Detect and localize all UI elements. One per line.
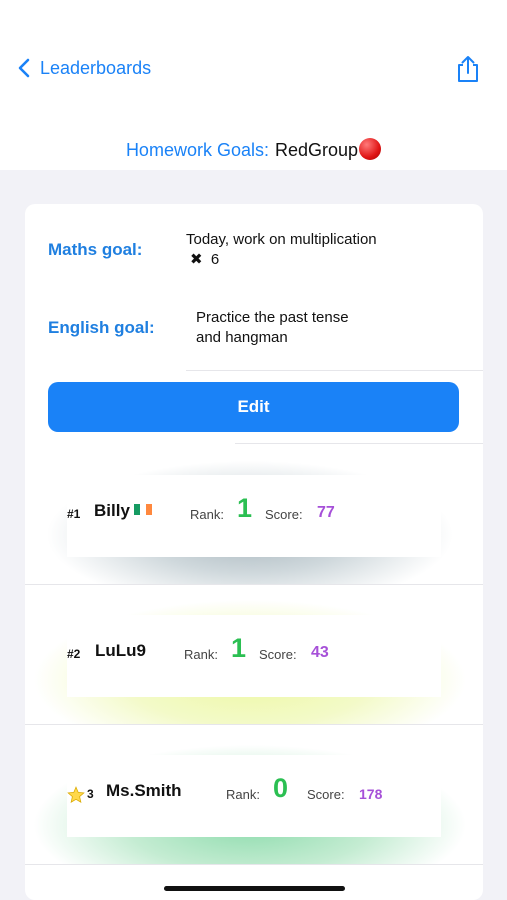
share-icon[interactable] bbox=[454, 54, 482, 84]
leaderboard-row-2[interactable]: #2 LuLu9 Rank: 1 Score: 43 bbox=[25, 585, 483, 724]
red-circle-icon bbox=[359, 138, 382, 160]
english-goal-line1: Practice the past tense bbox=[196, 309, 349, 326]
homework-goals-label: Homework Goals: bbox=[125, 140, 269, 160]
position-label: #2 bbox=[67, 647, 81, 661]
score-value: 77 bbox=[317, 504, 335, 521]
rank-value: 1 bbox=[231, 633, 247, 663]
score-label: Score: bbox=[307, 787, 345, 802]
score-label: Score: bbox=[259, 647, 297, 662]
position-label: 3 bbox=[87, 787, 94, 801]
leaderboard-row-1[interactable]: #1 Billy Rank: 1 Score: 77 bbox=[25, 445, 483, 584]
navigation-header: Leaderboards Homework Goals: RedGroup bbox=[0, 0, 507, 170]
player-name: Ms.Smith bbox=[106, 781, 182, 800]
score-value: 178 bbox=[359, 786, 383, 802]
player-name: Billy bbox=[94, 501, 152, 521]
english-goal-label: English goal: bbox=[48, 318, 155, 337]
edit-button[interactable]: Edit bbox=[48, 382, 459, 432]
player-name-text: Billy bbox=[94, 501, 130, 520]
group-name: RedGroup bbox=[274, 140, 359, 160]
chevron-left-icon bbox=[18, 58, 30, 78]
multiply-icon: ✖ bbox=[190, 251, 203, 268]
row-card: #1 Billy Rank: 1 Score: 77 bbox=[67, 475, 441, 557]
maths-goal-line1: Today, work on multiplication bbox=[186, 231, 377, 248]
rank-label: Rank: bbox=[226, 787, 260, 802]
player-name: LuLu9 bbox=[95, 641, 146, 660]
maths-goal-label: Maths goal: bbox=[48, 240, 143, 259]
star-icon bbox=[67, 786, 85, 803]
back-button-label: Leaderboards bbox=[40, 57, 152, 78]
leaderboard-row-3[interactable]: 3 Ms.Smith Rank: 0 Score: 178 bbox=[25, 725, 483, 864]
rank-label: Rank: bbox=[190, 507, 224, 522]
page-heading: Homework Goals: RedGroup bbox=[0, 138, 507, 161]
divider bbox=[235, 443, 483, 444]
maths-goal-text: Today, work on multiplication ✖ 6 bbox=[186, 230, 377, 270]
english-goal-line2: and hangman bbox=[196, 329, 288, 346]
goals-card: Maths goal: Today, work on multiplicatio… bbox=[25, 204, 483, 900]
position-label: #1 bbox=[67, 507, 81, 521]
row-card: #2 LuLu9 Rank: 1 Score: 43 bbox=[67, 615, 441, 697]
back-button[interactable]: Leaderboards bbox=[14, 55, 151, 81]
rank-label: Rank: bbox=[184, 647, 218, 662]
score-label: Score: bbox=[265, 507, 303, 522]
divider bbox=[186, 370, 483, 371]
row-card: 3 Ms.Smith Rank: 0 Score: 178 bbox=[67, 755, 441, 837]
rank-value: 1 bbox=[237, 493, 253, 523]
maths-goal-number: 6 bbox=[210, 251, 220, 268]
divider bbox=[25, 864, 483, 865]
rank-value: 0 bbox=[273, 773, 289, 803]
english-goal-text: Practice the past tense and hangman bbox=[196, 308, 349, 348]
home-indicator bbox=[164, 886, 345, 891]
ireland-flag-icon bbox=[133, 504, 152, 515]
maths-goal-line2: ✖ 6 bbox=[186, 250, 377, 270]
score-value: 43 bbox=[311, 644, 329, 661]
